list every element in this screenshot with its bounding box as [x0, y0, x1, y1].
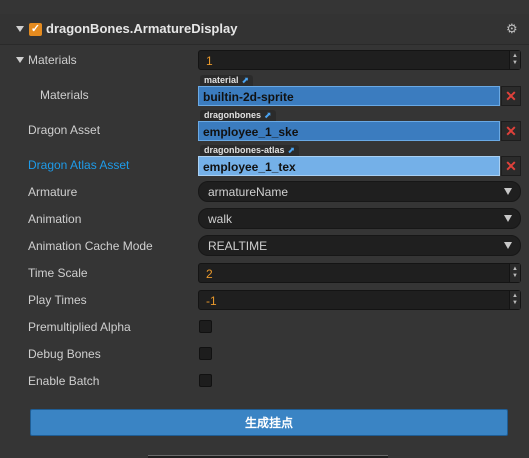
- debug-bones-checkbox[interactable]: [199, 347, 212, 360]
- material-type-text: material: [204, 75, 239, 85]
- gear-icon[interactable]: ⚙: [506, 21, 518, 37]
- enable-batch-checkbox[interactable]: [199, 374, 212, 387]
- time-scale-value: 2: [206, 267, 213, 281]
- material-clear-button[interactable]: ✕: [501, 86, 521, 106]
- materials-count-value: 1: [206, 54, 213, 68]
- component-title: dragonBones.ArmatureDisplay: [46, 21, 238, 36]
- dragon-atlas-type-tag: dragonbones-atlas ⬈: [200, 145, 300, 156]
- premultiplied-alpha-label: Premultiplied Alpha: [28, 320, 131, 334]
- dragon-asset-clear-button[interactable]: ✕: [501, 121, 521, 141]
- external-link-icon[interactable]: ⬈: [288, 145, 296, 155]
- time-scale-stepper[interactable]: ▲ ▼: [509, 264, 520, 282]
- generate-attachment-button[interactable]: 生成挂点: [30, 409, 508, 436]
- materials-item-label: Materials: [40, 88, 89, 102]
- external-link-icon[interactable]: ⬈: [242, 75, 250, 85]
- play-times-label: Play Times: [28, 293, 87, 307]
- time-scale-field[interactable]: 2 ▲ ▼: [198, 263, 521, 283]
- armature-value: armatureName: [208, 185, 289, 199]
- dragon-asset-label: Dragon Asset: [28, 123, 101, 137]
- dragon-asset-value: employee_1_ske: [203, 125, 299, 139]
- component-enabled-checkbox[interactable]: ✓: [29, 23, 42, 36]
- animation-value: walk: [208, 212, 233, 226]
- animation-label: Animation: [28, 212, 82, 226]
- animation-cache-mode-select[interactable]: REALTIME: [198, 235, 521, 256]
- materials-expand-icon[interactable]: [16, 57, 24, 63]
- play-times-stepper[interactable]: ▲ ▼: [509, 291, 520, 309]
- dragon-atlas-asset-field[interactable]: employee_1_tex: [198, 156, 500, 176]
- collapse-arrow-icon[interactable]: [16, 26, 24, 32]
- material-asset-field[interactable]: builtin-2d-sprite: [198, 86, 500, 106]
- play-times-field[interactable]: -1 ▲ ▼: [198, 290, 521, 310]
- chevron-down-icon: [504, 242, 512, 249]
- dragon-atlas-type-text: dragonbones-atlas: [204, 145, 285, 155]
- animation-cache-mode-value: REALTIME: [208, 239, 268, 253]
- dragon-asset-type-text: dragonbones: [204, 110, 262, 120]
- dragon-atlas-asset-label: Dragon Atlas Asset: [28, 158, 130, 172]
- chevron-down-icon: [504, 215, 512, 222]
- debug-bones-label: Debug Bones: [28, 347, 101, 361]
- enable-batch-label: Enable Batch: [28, 374, 100, 388]
- armature-select[interactable]: armatureName: [198, 181, 521, 202]
- material-asset-value: builtin-2d-sprite: [203, 90, 294, 104]
- dragon-atlas-clear-button[interactable]: ✕: [501, 156, 521, 176]
- dragon-atlas-asset-value: employee_1_tex: [203, 160, 296, 174]
- time-scale-label: Time Scale: [28, 266, 88, 280]
- chevron-down-icon: [504, 188, 512, 195]
- material-type-tag: material ⬈: [200, 75, 254, 86]
- materials-count-stepper[interactable]: ▲ ▼: [509, 51, 520, 69]
- premultiplied-alpha-checkbox[interactable]: [199, 320, 212, 333]
- animation-cache-mode-label: Animation Cache Mode: [28, 239, 153, 253]
- materials-label: Materials: [28, 53, 77, 67]
- materials-count-field[interactable]: 1 ▲ ▼: [198, 50, 521, 70]
- armature-label: Armature: [28, 185, 78, 199]
- external-link-icon[interactable]: ⬈: [264, 110, 272, 120]
- dragon-asset-field[interactable]: employee_1_ske: [198, 121, 500, 141]
- play-times-value: -1: [206, 294, 217, 308]
- dragon-asset-type-tag: dragonbones ⬈: [200, 110, 276, 121]
- animation-select[interactable]: walk: [198, 208, 521, 229]
